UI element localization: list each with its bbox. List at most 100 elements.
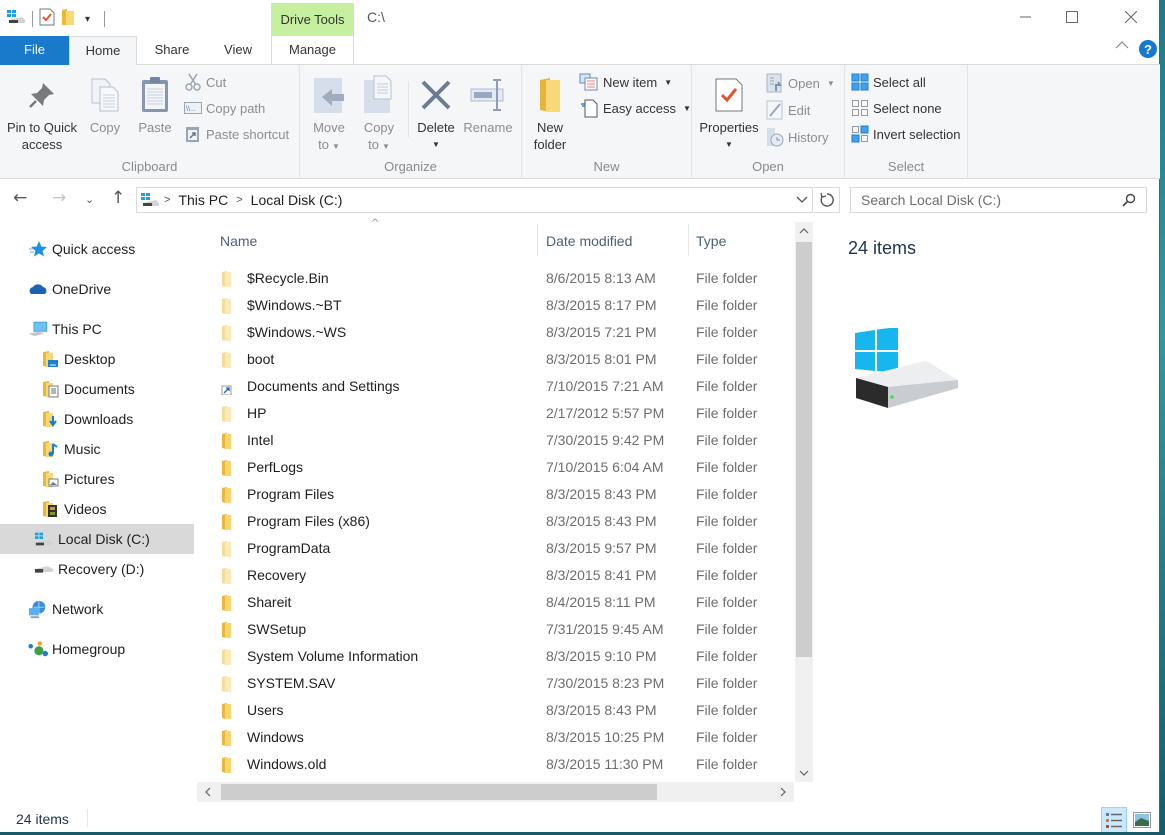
- nav-item-onedrive[interactable]: OneDrive: [0, 274, 194, 304]
- tab-file[interactable]: File: [0, 36, 69, 65]
- invert-selection-button[interactable]: Invert selection: [851, 123, 960, 145]
- file-row[interactable]: SWSetup 7/31/2015 9:45 AM File folder: [195, 616, 795, 643]
- address-history-dropdown[interactable]: [796, 193, 808, 207]
- search-input[interactable]: [861, 192, 1122, 208]
- search-icon[interactable]: [1122, 193, 1136, 207]
- system-drive-icon[interactable]: [6, 9, 26, 29]
- close-button[interactable]: [1108, 0, 1154, 34]
- refresh-button[interactable]: [814, 187, 840, 213]
- separator: [104, 11, 106, 27]
- breadcrumb-local-disk[interactable]: Local Disk (C:): [251, 192, 343, 208]
- nav-item-documents[interactable]: Documents: [0, 374, 194, 404]
- maximize-button[interactable]: [1049, 0, 1095, 34]
- file-row[interactable]: Users 8/3/2015 8:43 PM File folder: [195, 697, 795, 724]
- file-row[interactable]: Program Files 8/3/2015 8:43 PM File folder: [195, 481, 795, 508]
- vertical-scroll-thumb[interactable]: [796, 242, 812, 657]
- details-view-button[interactable]: [1101, 807, 1127, 833]
- nav-item-label: Downloads: [64, 411, 134, 427]
- properties-button[interactable]: Properties ▼: [696, 71, 762, 153]
- nav-item-pictures[interactable]: Pictures: [0, 464, 194, 494]
- file-row[interactable]: SYSTEM.SAV 7/30/2015 8:23 PM File folder: [195, 670, 795, 697]
- file-row[interactable]: boot 8/3/2015 8:01 PM File folder: [195, 346, 795, 373]
- help-button[interactable]: ?: [1138, 39, 1158, 59]
- forward-button[interactable]: →: [52, 188, 66, 208]
- properties-qat-icon[interactable]: [39, 8, 55, 30]
- file-row[interactable]: Documents and Settings 7/10/2015 7:21 AM F…: [195, 373, 795, 400]
- back-button[interactable]: ←: [13, 188, 27, 208]
- file-type: File folder: [696, 405, 758, 421]
- nav-item-this-pc[interactable]: This PC: [0, 314, 194, 344]
- breadcrumb-this-pc[interactable]: This PC: [178, 192, 228, 208]
- file-row[interactable]: Intel 7/30/2015 9:42 PM File folder: [195, 427, 795, 454]
- horizontal-scroll-thumb[interactable]: [221, 784, 657, 800]
- scroll-down-icon[interactable]: [799, 767, 809, 780]
- nav-item-quick-access[interactable]: Quick access: [0, 234, 194, 264]
- tab-home[interactable]: Home: [69, 36, 137, 66]
- vertical-scrollbar[interactable]: [795, 222, 813, 782]
- nav-item-desktop[interactable]: Desktop: [0, 344, 194, 374]
- copy-to-button[interactable]: Copy to ▼: [358, 71, 400, 155]
- file-name: Documents and Settings: [247, 378, 400, 394]
- tab-view[interactable]: View: [214, 36, 262, 65]
- new-item-button[interactable]: New item ▼: [579, 71, 672, 93]
- large-icons-view-button[interactable]: [1129, 807, 1155, 833]
- scroll-right-icon[interactable]: [779, 787, 787, 800]
- tab-manage[interactable]: Manage: [271, 36, 354, 65]
- horizontal-scrollbar[interactable]: [197, 782, 794, 802]
- new-folder-qat-icon[interactable]: [61, 8, 75, 30]
- move-to-button[interactable]: Move to ▼: [308, 71, 350, 155]
- breadcrumb-separator-icon[interactable]: >: [164, 194, 170, 206]
- file-type: File folder: [696, 567, 758, 583]
- column-separator[interactable]: [688, 224, 689, 256]
- file-row[interactable]: $Windows.~WS 8/3/2015 7:21 PM File folder: [195, 319, 795, 346]
- file-row[interactable]: System Volume Information 8/3/2015 9:10 P…: [195, 643, 795, 670]
- tab-share[interactable]: Share: [144, 36, 200, 65]
- breadcrumb-separator-icon[interactable]: >: [236, 194, 242, 206]
- column-separator[interactable]: [537, 224, 538, 256]
- scroll-left-icon[interactable]: [204, 787, 212, 800]
- select-all-button[interactable]: Select all: [851, 71, 926, 93]
- new-folder-button[interactable]: New folder: [530, 71, 570, 153]
- copy-button[interactable]: Copy: [84, 71, 126, 136]
- nav-item-videos[interactable]: Videos: [0, 494, 194, 524]
- history-button[interactable]: History: [766, 126, 828, 148]
- nav-item-recovery-d[interactable]: Recovery (D:): [0, 554, 194, 584]
- rename-button[interactable]: Rename: [462, 71, 514, 136]
- recent-locations-button[interactable]: ⌄: [85, 193, 94, 206]
- file-row[interactable]: Shareit 8/4/2015 8:11 PM File folder: [195, 589, 795, 616]
- nav-item-downloads[interactable]: Downloads: [0, 404, 194, 434]
- up-button[interactable]: ↑: [111, 188, 125, 208]
- file-row[interactable]: Recovery 8/3/2015 8:41 PM File folder: [195, 562, 795, 589]
- minimize-button[interactable]: [1003, 0, 1049, 34]
- copy-path-button[interactable]: \\... Copy path: [184, 97, 265, 119]
- nav-item-network[interactable]: Network: [0, 594, 194, 624]
- easy-access-button[interactable]: Easy access ▼: [579, 97, 691, 119]
- scroll-up-icon[interactable]: [799, 225, 809, 238]
- column-header-date[interactable]: Date modified: [546, 220, 686, 262]
- pin-to-quick-access-button[interactable]: Pin to Quick access: [4, 71, 80, 153]
- collapse-ribbon-button[interactable]: [1115, 40, 1129, 50]
- file-row[interactable]: $Recycle.Bin 8/6/2015 8:13 AM File folder: [195, 265, 795, 292]
- file-row[interactable]: PerfLogs 7/10/2015 6:04 AM File folder: [195, 454, 795, 481]
- file-row[interactable]: HP 2/17/2012 5:57 PM File folder: [195, 400, 795, 427]
- customize-qat-icon[interactable]: ▾: [85, 14, 90, 25]
- search-box[interactable]: [850, 187, 1147, 213]
- column-header-type[interactable]: Type: [696, 220, 791, 262]
- file-row[interactable]: ProgramData 8/3/2015 9:57 PM File folder: [195, 535, 795, 562]
- paste-shortcut-button[interactable]: Paste shortcut: [184, 123, 289, 145]
- file-row[interactable]: Windows 8/3/2015 10:25 PM File folder: [195, 724, 795, 751]
- nav-item-music[interactable]: Music: [0, 434, 194, 464]
- edit-button[interactable]: Edit: [766, 99, 810, 121]
- column-header-name[interactable]: Name: [220, 220, 540, 262]
- nav-item-local-disk-c[interactable]: Local Disk (C:): [0, 524, 194, 554]
- open-button[interactable]: Open ▼: [766, 72, 835, 94]
- nav-item-homegroup[interactable]: Homegroup: [0, 634, 194, 664]
- file-row[interactable]: Program Files (x86) 8/3/2015 8:43 PM File …: [195, 508, 795, 535]
- delete-button[interactable]: Delete ▼: [416, 71, 456, 153]
- select-none-button[interactable]: Select none: [851, 97, 942, 119]
- file-row[interactable]: $Windows.~BT 8/3/2015 8:17 PM File folder: [195, 292, 795, 319]
- paste-button[interactable]: Paste: [134, 71, 176, 136]
- address-bar[interactable]: > This PC > Local Disk (C:): [136, 187, 813, 213]
- cut-button[interactable]: Cut: [184, 71, 226, 93]
- file-row[interactable]: Windows.old 8/3/2015 11:30 PM File folder: [195, 751, 795, 778]
